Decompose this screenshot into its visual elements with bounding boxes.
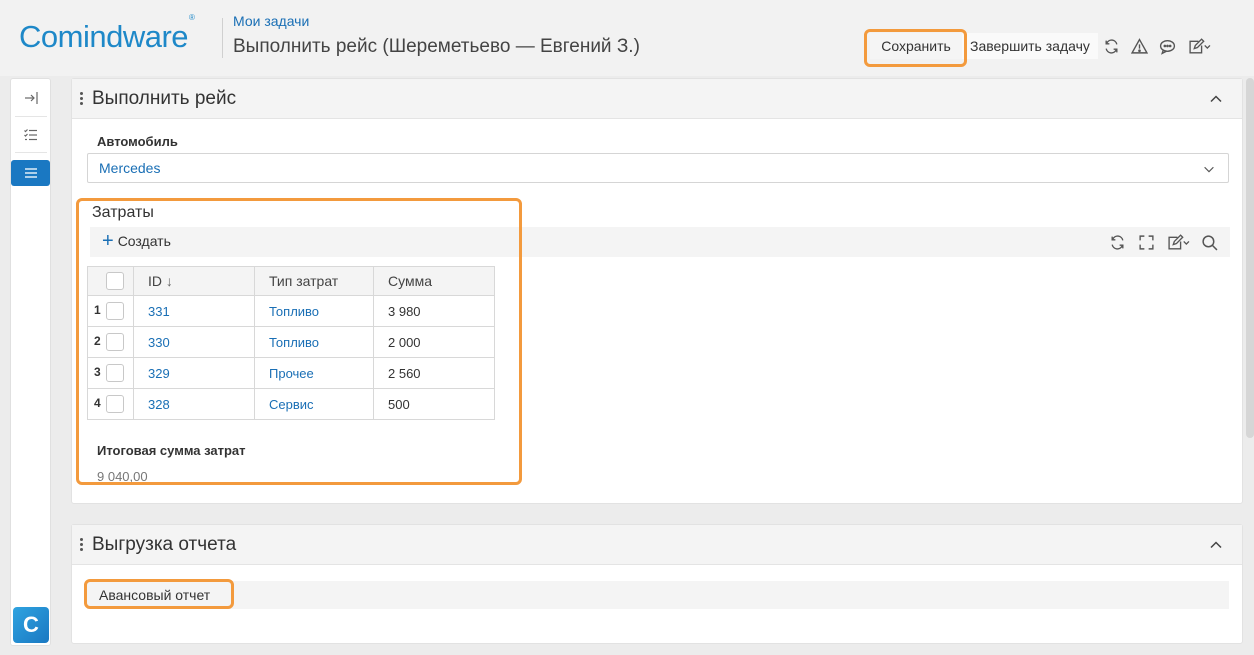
header-divider [222,18,223,58]
fullscreen-icon[interactable] [1132,231,1161,253]
comment-icon[interactable] [1154,33,1182,59]
table-row[interactable]: 4 328 Сервис 500 [87,388,495,420]
collapse-chevron-up-icon[interactable] [1208,91,1224,107]
drag-handle-icon[interactable] [80,538,84,552]
car-select-value: Mercedes [99,160,161,176]
table-row[interactable]: 2 330 Топливо 2 000 [87,326,495,358]
car-label: Автомобиль [97,134,178,149]
car-select[interactable]: Mercedes [87,153,1229,183]
expenses-table: ID ↓ Тип затрат Сумма 1 331 Топливо 3 98… [87,266,495,420]
panel-trip: Выполнить рейс Автомобиль Mercedes Затра… [71,78,1243,504]
chevron-down-icon [1204,166,1214,173]
row-sum: 500 [373,388,495,420]
row-id-link[interactable]: 331 [148,304,170,319]
row-number: 1 [94,303,101,318]
edit-dropdown-icon[interactable] [1182,33,1218,59]
table-row[interactable]: 3 329 Прочее 2 560 [87,357,495,389]
row-checkbox[interactable] [106,302,124,320]
rail-divider [15,152,47,153]
row-id-link[interactable]: 329 [148,366,170,381]
row-type-link[interactable]: Топливо [269,335,319,350]
table-header-row: ID ↓ Тип затрат Сумма [87,266,495,296]
row-id-link[interactable]: 328 [148,397,170,412]
panel-trip-title: Выполнить рейс [92,88,237,109]
column-id[interactable]: ID ↓ [133,266,255,296]
plus-icon: + [102,230,114,252]
checklist-button[interactable] [12,121,50,149]
grid-refresh-icon[interactable] [1103,231,1132,253]
select-all-checkbox[interactable] [106,272,124,291]
row-sum: 2 000 [373,326,495,358]
list-view-button[interactable] [11,160,50,186]
breadcrumb-my-tasks[interactable]: Мои задачи [233,13,309,29]
row-type-link[interactable]: Прочее [269,366,314,381]
left-rail: C [10,78,51,646]
page-title: Выполнить рейс (Шереметьево — Евгений З.… [233,36,640,57]
grid-tools [1103,231,1224,253]
row-sum: 2 560 [373,357,495,389]
logo: Comindware® [19,12,195,54]
warning-icon[interactable] [1126,33,1154,59]
panel-report: Выгрузка отчета Авансовый отчет [71,524,1243,644]
page-scrollbar[interactable] [1246,78,1254,438]
row-checkbox[interactable] [106,395,124,413]
row-type-link[interactable]: Топливо [269,304,319,319]
sort-arrow-icon: ↓ [165,273,173,289]
panel-trip-header: Выполнить рейс [72,79,1242,119]
panel-report-title: Выгрузка отчета [92,534,237,555]
total-label: Итоговая сумма затрат [97,443,246,458]
task-toolbar: Сохранить Завершить задачу [870,33,1218,59]
column-type[interactable]: Тип затрат [254,266,374,296]
report-actions: Авансовый отчет [87,581,1229,609]
expenses-toolbar: + Создать [90,227,1230,257]
row-number: 4 [94,396,101,411]
total-value: 9 040,00 [97,469,148,484]
save-button[interactable]: Сохранить [870,33,962,59]
drag-handle-icon[interactable] [80,92,84,106]
expand-icon [25,92,38,104]
expand-rail-button[interactable] [12,84,50,112]
advance-report-button[interactable]: Авансовый отчет [99,587,210,603]
expenses-title: Затраты [92,204,154,221]
row-checkbox[interactable] [106,333,124,351]
row-sum: 3 980 [373,295,495,327]
grid-edit-dropdown-icon[interactable] [1161,231,1195,253]
app-launcher[interactable]: C [13,607,49,643]
list-icon [24,168,37,178]
panel-report-header: Выгрузка отчета [72,525,1242,565]
finish-task-button[interactable]: Завершить задачу [962,33,1098,59]
row-number: 2 [94,334,101,349]
create-label: Создать [117,233,171,249]
create-button[interactable]: + Создать [102,230,171,252]
table-row[interactable]: 1 331 Топливо 3 980 [87,295,495,327]
rail-divider [15,116,47,117]
search-icon[interactable] [1195,231,1224,253]
app-header: Comindware® Мои задачи Выполнить рейс (Ш… [0,0,1254,76]
refresh-icon[interactable] [1098,33,1126,59]
row-id-link[interactable]: 330 [148,335,170,350]
row-type-link[interactable]: Сервис [269,397,314,412]
collapse-chevron-up-icon[interactable] [1208,537,1224,553]
checklist-icon [24,129,37,141]
select-all-cell [87,266,134,296]
column-sum[interactable]: Сумма [373,266,495,296]
row-checkbox[interactable] [106,364,124,382]
row-number: 3 [94,365,101,380]
